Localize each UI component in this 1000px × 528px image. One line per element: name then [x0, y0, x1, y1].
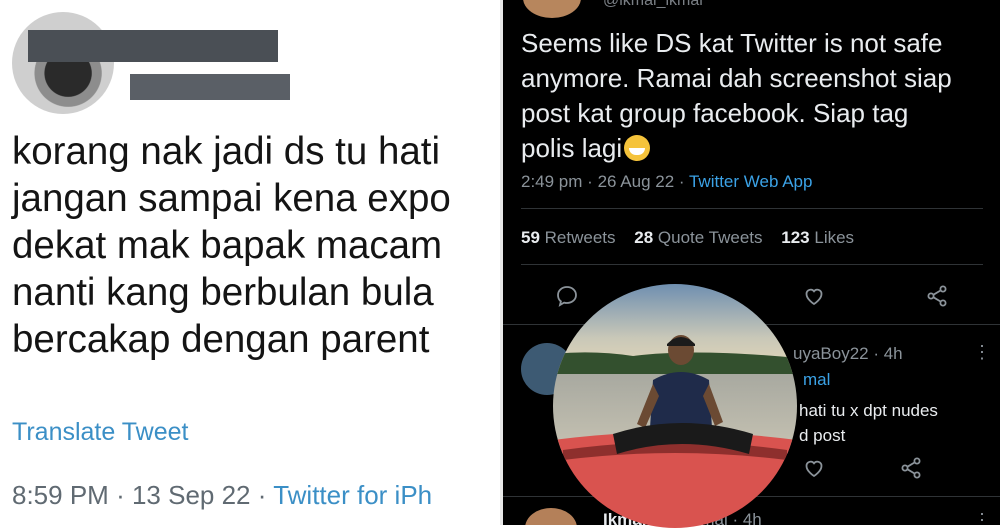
- tweet-time: 2:49 pm: [521, 172, 583, 191]
- retweets-label: Retweets: [544, 228, 616, 247]
- tweet-metadata: 8:59 PM · 13 Sep 22 · Twitter for iPh: [12, 480, 432, 511]
- reply-text-line: hati tu x dpt nudes: [799, 401, 938, 420]
- tweet-handle[interactable]: @ikmal_ikmal: [603, 0, 703, 10]
- reply-text: hati tu x dpt nudes d post: [799, 398, 938, 448]
- avatar[interactable]: [525, 508, 577, 525]
- tweet-time: 8:59 PM: [12, 480, 109, 510]
- divider: [521, 264, 983, 265]
- reply-author[interactable]: uyaBoy22 · 4h: [793, 344, 903, 364]
- redacted-display-name: [28, 30, 278, 62]
- share-icon[interactable]: [925, 284, 949, 308]
- like-icon[interactable]: [802, 456, 826, 480]
- tweet-text-line: anymore. Ramai dah screenshot siap: [521, 63, 952, 93]
- tweet-text-line: dekat mak bapak macam: [12, 224, 443, 267]
- quote-tweets-label: Quote Tweets: [657, 228, 763, 247]
- avatar[interactable]: [523, 0, 581, 18]
- reply-text-line: d post: [799, 426, 846, 445]
- like-icon[interactable]: [802, 284, 826, 308]
- tweet-stats: 59 Retweets 28 Quote Tweets 123 Likes: [521, 228, 854, 248]
- tweet-text-line: bercakap dengan parent: [12, 318, 430, 361]
- tweet-source-link[interactable]: Twitter for iPh: [273, 480, 432, 510]
- retweets-stat[interactable]: 59 Retweets: [521, 228, 616, 247]
- tweet-source-link[interactable]: Twitter Web App: [689, 172, 812, 191]
- tweet-text-line: jangan sampai kena expo: [12, 177, 451, 220]
- retweets-count: 59: [521, 228, 540, 247]
- tweet-date[interactable]: 13 Sep 22: [132, 480, 251, 510]
- tweet-text-line: Seems like DS kat Twitter is not safe: [521, 28, 943, 58]
- tweet-text: Seems like DS kat Twitter is not safe an…: [521, 26, 991, 166]
- separator: ·: [257, 480, 267, 510]
- more-options-icon[interactable]: ⋮: [973, 510, 991, 525]
- reply-icon[interactable]: [555, 284, 579, 308]
- likes-label: Likes: [814, 228, 855, 247]
- quote-tweets-count: 28: [634, 228, 654, 247]
- photo-illustration: [553, 284, 797, 528]
- tweet-text-line: polis lagi: [521, 133, 623, 163]
- likes-stat[interactable]: 123 Likes: [781, 228, 854, 247]
- tweet-text-line: korang nak jadi ds tu hati: [12, 130, 441, 173]
- tweet-text-line: post kat group facebook. Siap tag: [521, 98, 909, 128]
- likes-count: 123: [781, 228, 810, 247]
- divider: [521, 208, 983, 209]
- left-tweet-panel: korang nak jadi ds tu hati jangan sampai…: [0, 0, 503, 525]
- tweet-text: korang nak jadi ds tu hati jangan sampai…: [12, 128, 503, 363]
- separator: ·: [116, 480, 125, 510]
- separator: ·: [678, 172, 685, 191]
- separator: ·: [587, 172, 593, 191]
- share-icon[interactable]: [899, 456, 923, 480]
- more-options-icon[interactable]: ⋮: [973, 342, 991, 363]
- reply-to-handle[interactable]: mal: [803, 370, 830, 390]
- grinning-sweat-emoji-icon: [624, 135, 651, 161]
- quote-tweets-stat[interactable]: 28 Quote Tweets: [634, 228, 762, 247]
- tweet-date[interactable]: 26 Aug 22: [598, 172, 675, 191]
- avatar[interactable]: [12, 12, 114, 114]
- tweet-text-line: nanti kang berbulan bula: [12, 271, 434, 314]
- tweet-metadata: 2:49 pm · 26 Aug 22 · Twitter Web App: [521, 172, 812, 192]
- profile-photo: [553, 284, 797, 528]
- redacted-handle: [130, 74, 290, 100]
- translate-tweet-link[interactable]: Translate Tweet: [12, 418, 188, 447]
